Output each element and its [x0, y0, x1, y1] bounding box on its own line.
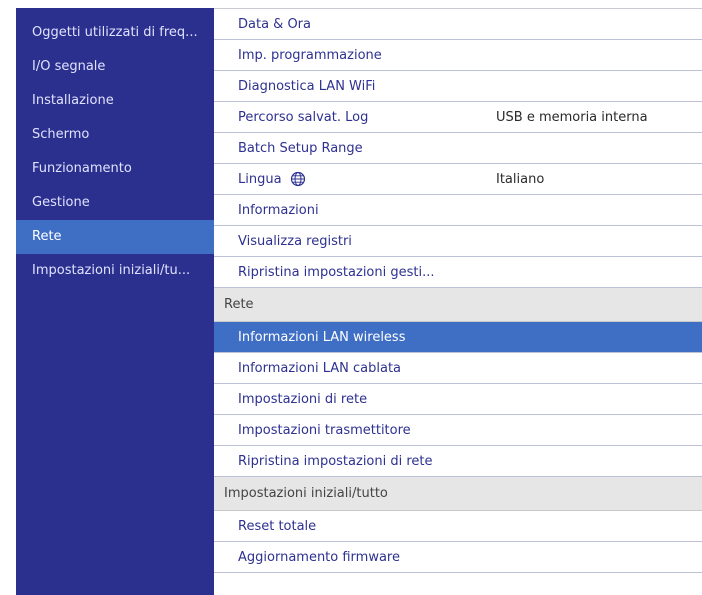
menu-item-batch-setup-range[interactable]: Batch Setup Range: [214, 133, 702, 164]
menu-item-impostazioni-trasmettitore[interactable]: Impostazioni trasmettitore: [214, 415, 702, 446]
menu-item-label: Impostazioni trasmettitore: [238, 423, 411, 438]
sidebar-item-rete[interactable]: Rete: [16, 220, 214, 254]
menu-item-informazioni[interactable]: Informazioni: [214, 195, 702, 226]
menu-item-label: Visualizza registri: [238, 234, 352, 249]
menu-item-imp-programmazione[interactable]: Imp. programmazione: [214, 40, 702, 71]
menu-item-label: Diagnostica LAN WiFi: [238, 79, 376, 94]
menu-item-label: Imp. programmazione: [238, 48, 382, 63]
menu-item-label: Percorso salvat. Log: [238, 110, 369, 125]
menu-item-diagnostica-lan-wifi[interactable]: Diagnostica LAN WiFi: [214, 71, 702, 102]
menu-item-label: Data & Ora: [238, 17, 311, 32]
sidebar-item-gestione[interactable]: Gestione: [16, 186, 214, 220]
menu-item-label: Impostazioni di rete: [238, 392, 368, 407]
menu-item-data-ora[interactable]: Data & Ora: [214, 9, 702, 40]
menu-item-reset-totale[interactable]: Reset totale: [214, 511, 702, 542]
menu-item-visualizza-registri[interactable]: Visualizza registri: [214, 226, 702, 257]
menu-item-impostazioni-di-rete[interactable]: Impostazioni di rete: [214, 384, 702, 415]
menu-item-informazioni-lan-wireless[interactable]: Informazioni LAN wireless: [214, 322, 702, 353]
section-title: Impostazioni iniziali/tutto: [224, 486, 388, 501]
sidebar-item-installazione[interactable]: Installazione: [16, 84, 214, 118]
menu-item-informazioni-lan-cablata[interactable]: Informazioni LAN cablata: [214, 353, 702, 384]
menu-item-ripristina-impostazioni-di-rete[interactable]: Ripristina impostazioni di rete: [214, 446, 702, 477]
sidebar-item-impostazioni-iniziali[interactable]: Impostazioni iniziali/tu...: [16, 254, 214, 288]
section-header-impostazioni-iniziali: Impostazioni iniziali/tutto: [214, 477, 702, 511]
menu-item-label: Reset totale: [238, 519, 317, 534]
menu-item-label: Informazioni LAN cablata: [238, 361, 402, 376]
menu-item-aggiornamento-firmware[interactable]: Aggiornamento firmware: [214, 542, 702, 573]
menu-item-label: Ripristina impostazioni di rete: [238, 454, 433, 469]
settings-list: Data & Ora Imp. programmazione Diagnosti…: [214, 8, 702, 595]
sidebar-item-frequent[interactable]: Oggetti utilizzati di freq...: [16, 16, 214, 50]
menu-item-value: Italiano: [496, 172, 545, 187]
sidebar: Oggetti utilizzati di freq... I/O segnal…: [16, 8, 214, 595]
globe-icon: [290, 171, 305, 186]
menu-item-percorso-salvat-log[interactable]: Percorso salvat. Log USB e memoria inter…: [214, 102, 702, 133]
menu-item-lingua[interactable]: Lingua Italiano: [214, 164, 702, 195]
section-header-rete: Rete: [214, 288, 702, 322]
menu-item-label: Lingua: [238, 172, 282, 187]
sidebar-item-signal-io[interactable]: I/O segnale: [16, 50, 214, 84]
menu-item-label: Aggiornamento firmware: [238, 550, 400, 565]
menu-item-label: Informazioni: [238, 203, 319, 218]
menu-item-label: Ripristina impostazioni gesti...: [238, 265, 435, 280]
menu-item-ripristina-impostazioni-gestione[interactable]: Ripristina impostazioni gesti...: [214, 257, 702, 288]
section-title: Rete: [224, 297, 254, 312]
menu-item-label: Informazioni LAN wireless: [238, 330, 406, 345]
projector-menu-screen: Oggetti utilizzati di freq... I/O segnal…: [16, 8, 702, 595]
sidebar-item-funzionamento[interactable]: Funzionamento: [16, 152, 214, 186]
menu-item-label: Batch Setup Range: [238, 141, 363, 156]
menu-item-value: USB e memoria interna: [496, 110, 648, 125]
sidebar-item-schermo[interactable]: Schermo: [16, 118, 214, 152]
